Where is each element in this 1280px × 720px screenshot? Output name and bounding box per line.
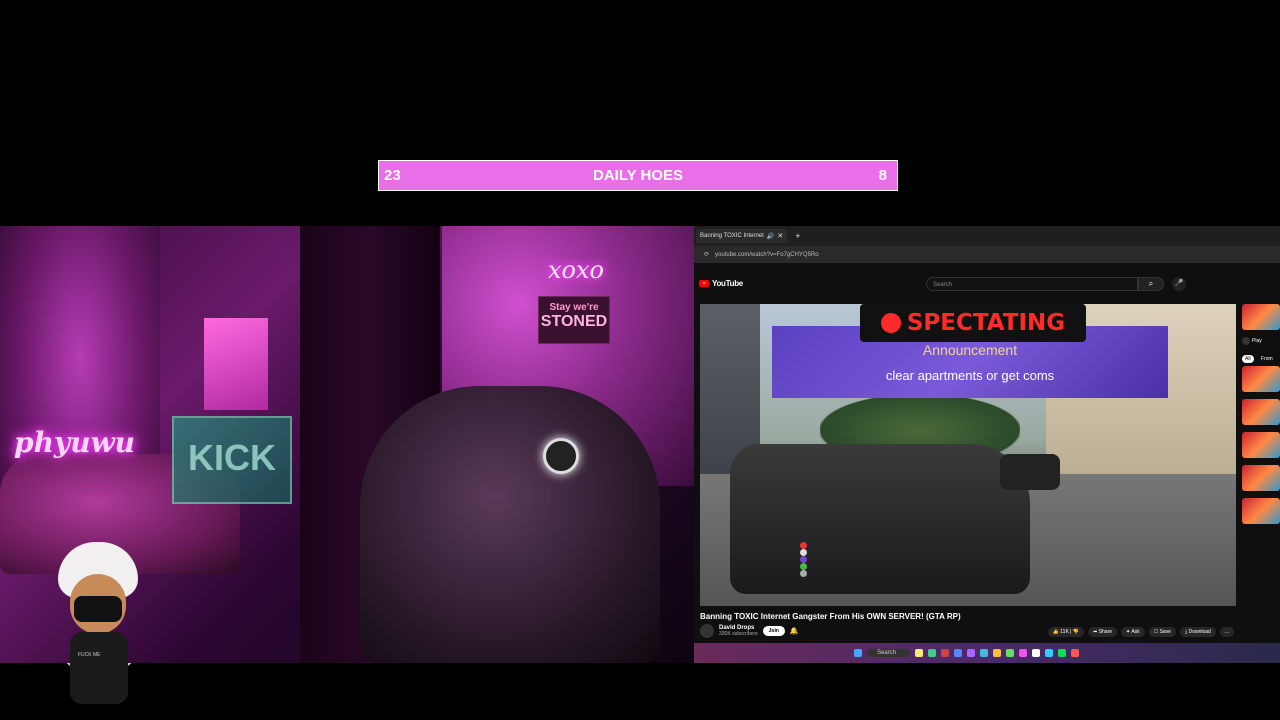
neon-sign-right: xoxo (548, 256, 604, 284)
rec-thumbnail[interactable] (1242, 304, 1280, 330)
kick-sign: KICK (172, 416, 292, 504)
stoned-sign-line1: Stay we're (549, 302, 599, 313)
spectating-banner: SPECTATING (860, 304, 1086, 342)
rec-thumbnail[interactable] (1242, 498, 1280, 524)
app-icon[interactable] (1058, 649, 1067, 657)
youtube-logo-text: YouTube (712, 278, 743, 288)
neon-sign-left: phyuwu (14, 426, 136, 459)
like-button[interactable]: 👍 11K | 👎 (1047, 627, 1085, 637)
app-icon[interactable] (1071, 649, 1080, 657)
app-icon[interactable] (1019, 649, 1028, 657)
playlist-label: Play (1252, 338, 1262, 344)
taskbar-search[interactable]: Search (867, 649, 911, 657)
cam-poster (204, 318, 268, 410)
youtube-logo[interactable]: YouTube (699, 279, 743, 288)
download-label: Download (1188, 629, 1211, 635)
download-button[interactable]: ⤓ Download (1179, 627, 1216, 637)
video-player[interactable]: Announcement clear apartments or get com… (700, 304, 1236, 606)
recommendation-rail: Play All From (1242, 304, 1280, 644)
streamer-avatar: FUCK ME (40, 534, 162, 704)
app-icon[interactable] (993, 649, 1002, 657)
save-label: Save (1159, 629, 1171, 635)
app-icon[interactable] (1032, 649, 1041, 657)
goal-title: DAILY HOES (592, 167, 684, 184)
app-icon[interactable] (980, 649, 989, 657)
stoned-sign: Stay we're STONED (538, 296, 610, 344)
mic-icon[interactable]: 🎤 (1172, 277, 1186, 291)
share-label: Share (1098, 629, 1113, 635)
hud-row (800, 542, 807, 549)
video-car-2 (1000, 454, 1060, 490)
ask-label: Ask (1131, 629, 1140, 635)
search-input[interactable]: Search (926, 277, 1138, 291)
rec-thumbnail[interactable] (1242, 366, 1280, 392)
hud-row (800, 563, 807, 570)
app-icon[interactable] (941, 649, 950, 657)
reload-icon[interactable]: ⟳ (704, 251, 709, 258)
app-icon[interactable] (1045, 649, 1054, 657)
game-hud (800, 542, 807, 577)
app-icon[interactable] (967, 649, 976, 657)
playlist-icon (1242, 337, 1250, 345)
folder-icon[interactable] (915, 649, 924, 657)
rec-thumbnail[interactable] (1242, 432, 1280, 458)
save-button[interactable]: ☐ Save (1148, 627, 1176, 637)
stoned-sign-line2: STONED (540, 313, 608, 330)
taskbar: Search (694, 643, 1280, 663)
youtube-play-icon (699, 279, 709, 287)
rec-thumbnail[interactable] (1242, 399, 1280, 425)
spectating-label: SPECTATING (906, 310, 1066, 336)
channel-subscribers: 330K subscribers (719, 631, 758, 637)
channel-avatar[interactable] (700, 624, 714, 638)
tab-video[interactable]: Banning TOXIC Internet 🔊 ✕ (696, 229, 788, 243)
announcement-title: Announcement (922, 342, 1018, 358)
video-actions: 👍 11K | 👎 ➦ Share ✦ Ask ☐ Save ⤓ Downloa… (1047, 627, 1234, 637)
channel-row: David Drops 330K subscribers Join 🔔 (700, 624, 799, 638)
youtube-header: YouTube Search ⌕ 🎤 (694, 263, 1280, 303)
ask-button[interactable]: ✦ Ask (1121, 627, 1145, 637)
share-button[interactable]: ➦ Share (1088, 627, 1118, 637)
bell-icon[interactable]: 🔔 (790, 627, 799, 635)
join-button[interactable]: Join (762, 626, 785, 636)
rec-thumbnail[interactable] (1242, 465, 1280, 491)
avatar-shirt-text: FUCK ME (78, 652, 101, 658)
app-icon[interactable] (1006, 649, 1015, 657)
like-count: 11K (1060, 629, 1069, 635)
avatar-mask (74, 596, 122, 622)
url-text: youtube.com/watch?v=Fo7gCHYQ5Ro (715, 251, 819, 258)
channel-info[interactable]: David Drops 330K subscribers (719, 625, 758, 637)
tab-bar: Banning TOXIC Internet 🔊 ✕ + (694, 226, 1280, 246)
record-dot-icon (880, 313, 901, 333)
video-title: Banning TOXIC Internet Gangster From His… (700, 612, 961, 621)
rec-playlist[interactable]: Play (1242, 337, 1280, 345)
search-icon[interactable]: ⌕ (1138, 277, 1164, 291)
app-icon[interactable] (928, 649, 937, 657)
chip-all[interactable]: All (1242, 355, 1254, 363)
video-car (730, 444, 1030, 594)
speaker-icon: 🔊 (766, 233, 775, 240)
goal-bar: 23 DAILY HOES 8 (378, 160, 898, 191)
streamer (360, 386, 660, 663)
address-bar[interactable]: ⟳ youtube.com/watch?v=Fo7gCHYQ5Ro (694, 246, 1280, 263)
avatar-body: FUCK ME (70, 632, 128, 704)
headset-icon (543, 438, 579, 474)
hud-row (800, 570, 807, 577)
hud-row (800, 549, 807, 556)
app-icon[interactable] (954, 649, 963, 657)
new-tab-button[interactable]: + (795, 231, 800, 241)
hud-row (800, 556, 807, 563)
windows-start-icon[interactable] (854, 649, 862, 657)
more-button[interactable]: ... (1219, 627, 1234, 637)
chip-from[interactable]: From (1261, 356, 1273, 362)
close-icon[interactable]: ✕ (777, 232, 783, 240)
announcement-text: clear apartments or get coms (885, 368, 1055, 383)
tab-title: Banning TOXIC Internet (700, 233, 764, 239)
browser-window: Banning TOXIC Internet 🔊 ✕ + ⟳ youtube.c… (694, 226, 1280, 663)
